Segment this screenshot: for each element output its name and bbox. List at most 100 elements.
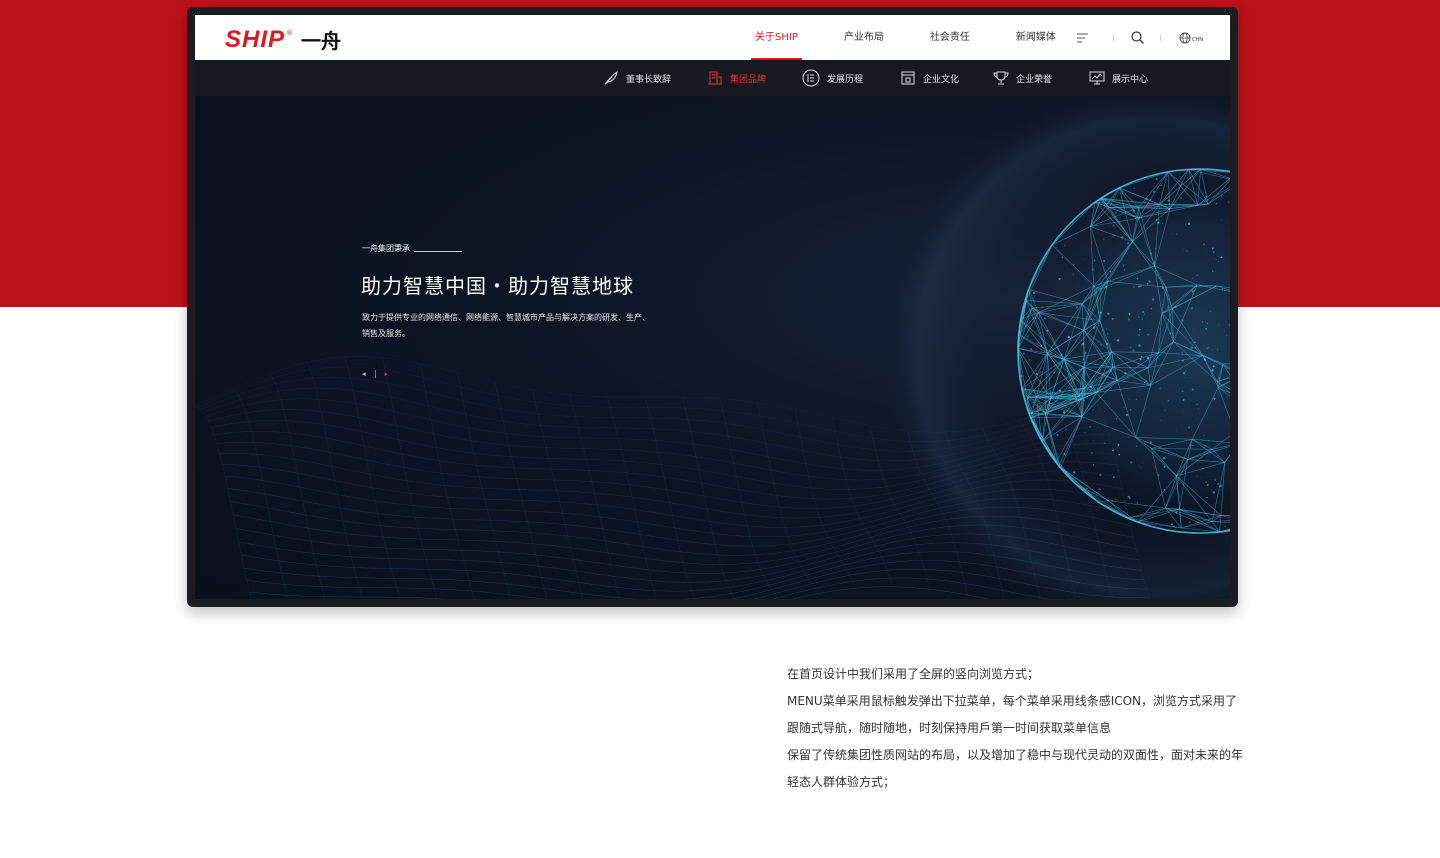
globe-dot [1125,508,1127,510]
globe-dot [1159,387,1161,390]
globe-dot [1138,344,1141,347]
prev-arrow-icon[interactable]: ◂ [362,370,366,378]
nav-item-about[interactable]: 关于SHIP [751,15,802,60]
globe-dot [1148,280,1151,283]
globe-dot [1109,271,1112,273]
globe-dot [1127,495,1130,498]
globe-dot [1147,356,1150,360]
globe-dot [1068,373,1070,376]
globe-dot [1188,299,1190,301]
globe-dot [1033,291,1035,294]
globe-dot [1108,359,1110,361]
language-label: CHN [1192,36,1203,43]
globe-dot [1209,310,1211,313]
globe-dot [1156,370,1158,372]
globe-dot [1053,371,1055,374]
globe-dot [1202,508,1204,510]
globe-dot [1103,411,1105,413]
globe-dot [1167,199,1170,202]
globe-dot [1130,409,1132,411]
globe-dot [1080,339,1082,341]
building-icon [708,71,722,85]
globe-dot [1208,353,1210,355]
globe-dot [1106,208,1108,210]
nav-item-social[interactable]: 社会责任 [930,15,970,60]
menu-button[interactable] [1077,15,1089,60]
globe-dot [1157,474,1160,476]
globe-dot [1072,405,1074,407]
globe-dot [1172,525,1175,528]
globe-dot [1182,399,1185,401]
nav-item-news[interactable]: 新闻媒体 [1016,15,1056,60]
globe-dot [1212,251,1215,253]
globe-dot [1162,457,1166,460]
globe-dot [1175,511,1178,514]
site-logo[interactable]: SHIP ® 一舟 [225,25,341,54]
globe-dot [1203,358,1205,360]
globe-dot [1072,263,1075,266]
globe-dot [1182,352,1183,354]
terrain-line [832,417,893,587]
globe-dot [1120,236,1124,239]
globe-dot [1046,329,1049,332]
subnav-item-culture[interactable]: 企业文化 [900,60,959,96]
subnav-label: 发展历程 [827,74,864,85]
globe-dot [1182,412,1184,414]
subnav-item-brand[interactable]: 集团品牌 [707,60,766,96]
globe-dot [1138,316,1140,318]
subnav-item-showroom[interactable]: 展示中心 [1089,60,1148,96]
globe-dot [1157,311,1159,313]
globe-dot [1087,207,1089,209]
globe-dot [1157,221,1160,224]
language-switch[interactable]: CHN [1179,15,1203,60]
globe-dot [1174,526,1177,529]
globe-dot [1208,440,1210,442]
globe-dot [1145,198,1148,201]
globe-dot [1141,420,1143,422]
globe-dot [1125,413,1128,416]
website-screen: SHIP ® 一舟 关于SHIP 产业布局 社会责任 新闻媒体 CHN 董事长致… [195,15,1230,599]
globe-dot [1058,389,1061,392]
globe-dot [1081,344,1083,346]
globe-dot [1185,223,1187,225]
subnav-item-honor[interactable]: 企业荣誉 [993,60,1052,96]
subnav-item-chairman[interactable]: 董事长致辞 [603,60,671,96]
globe-dot [1200,285,1202,287]
globe-dot [1139,285,1142,288]
globe-dot [1026,335,1029,338]
globe-dot [1122,408,1123,410]
search-button[interactable] [1131,15,1144,60]
globe-dot [1187,222,1191,225]
globe-dot [1129,366,1131,369]
globe-dot [1038,402,1040,405]
subnav-item-history[interactable]: 发展历程 [802,60,863,96]
globe-dot [1218,260,1220,262]
subnav-label: 企业文化 [923,74,960,85]
hero-description: 致力于提供专业的网络通信、网络能源、智慧城市产品与解决方案的研发、生产、销售及服… [362,313,650,338]
globe-dot [1082,399,1085,402]
globe-dot [1169,332,1172,335]
globe-dot [1080,373,1083,375]
globe-dot [1201,477,1202,478]
globe-dot [1025,319,1027,321]
globe-dot [1028,359,1030,361]
nav-item-industry[interactable]: 产业布局 [844,15,884,60]
globe-dot [1216,349,1218,351]
hero-eyebrow: 一舟集团秉承 [362,243,462,254]
globe-dot [1214,478,1217,482]
globe-dot [1153,350,1155,351]
subnav-label: 展示中心 [1112,74,1149,85]
globe-dot [1128,437,1129,438]
terrain-line [644,397,695,599]
next-arrow-icon[interactable]: ▸ [385,370,389,378]
globe-dot [1147,333,1150,336]
subnav-label: 企业荣誉 [1016,74,1053,85]
globe-dot [1129,346,1132,349]
globe-dot [1092,326,1095,329]
globe-dot [1161,286,1164,289]
globe-dot [1139,358,1142,361]
globe-dot [1127,318,1130,321]
globe-dot [1167,399,1170,402]
globe-dot [1193,329,1195,331]
terrain-line [457,372,511,599]
